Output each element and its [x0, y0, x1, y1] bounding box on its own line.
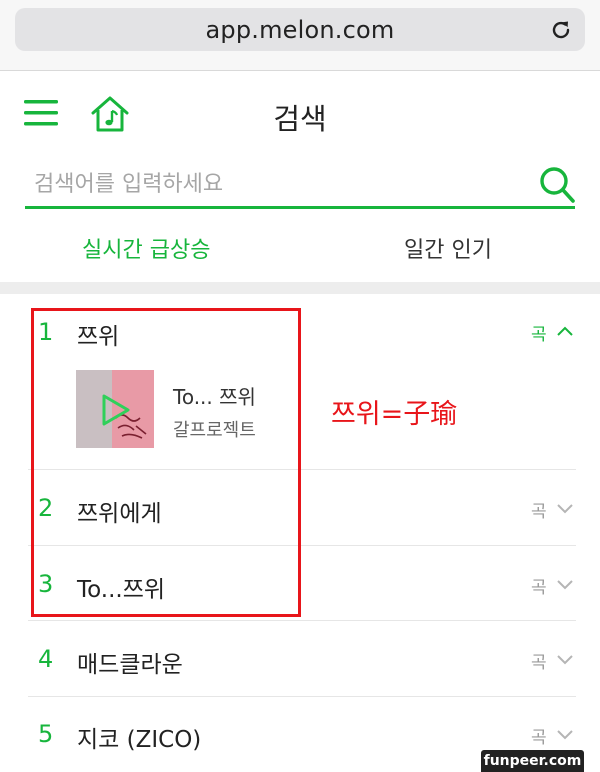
rank-number: 5 [38, 720, 54, 748]
rank-number: 3 [38, 570, 54, 598]
row-divider [28, 545, 576, 546]
result-keyword: 매드클라운 [77, 652, 183, 678]
song-artist[interactable]: 갈프로젝트 [173, 416, 256, 442]
result-keyword: To...쯔위 [77, 577, 166, 603]
url-field[interactable]: app.melon.com [15, 8, 585, 51]
search-underline [25, 206, 575, 209]
song-title[interactable]: To... 쯔위 [173, 381, 256, 410]
type-label: 곡 [531, 728, 547, 748]
type-label: 곡 [531, 578, 547, 598]
page-title: 검색 [273, 102, 327, 136]
search-icon[interactable] [538, 164, 576, 204]
album-art[interactable] [76, 370, 154, 448]
reload-icon[interactable] [549, 18, 573, 42]
chevron-up-icon[interactable] [556, 325, 574, 337]
rank-number: 2 [38, 494, 54, 522]
watermark: funpeer.com [481, 750, 584, 772]
type-label: 곡 [531, 325, 547, 345]
type-label: 곡 [531, 502, 547, 522]
play-icon[interactable] [98, 392, 132, 428]
url-text: app.melon.com [205, 16, 395, 44]
result-keyword: 지코 (ZICO) [77, 727, 202, 753]
chevron-down-icon[interactable] [556, 578, 574, 590]
result-keyword: 쯔위에게 [77, 501, 162, 527]
type-label: 곡 [531, 653, 547, 673]
browser-address-bar: app.melon.com [0, 0, 600, 71]
row-divider [28, 620, 576, 621]
annotation-text: 쯔위=子瑜 [331, 399, 458, 430]
chevron-down-icon[interactable] [556, 728, 574, 740]
tab-daily-popular[interactable]: 일간 인기 [404, 232, 492, 264]
chevron-down-icon[interactable] [556, 653, 574, 665]
chevron-down-icon[interactable] [556, 502, 574, 514]
row-divider [28, 469, 576, 470]
section-divider [0, 282, 600, 294]
row-divider [28, 696, 576, 697]
rank-number: 4 [38, 645, 54, 673]
result-keyword: 쯔위 [77, 324, 120, 350]
highlight-box [31, 308, 301, 617]
rank-number: 1 [38, 318, 54, 346]
tab-realtime-rising[interactable]: 실시간 급상승 [82, 232, 210, 264]
search-input[interactable] [34, 168, 524, 200]
